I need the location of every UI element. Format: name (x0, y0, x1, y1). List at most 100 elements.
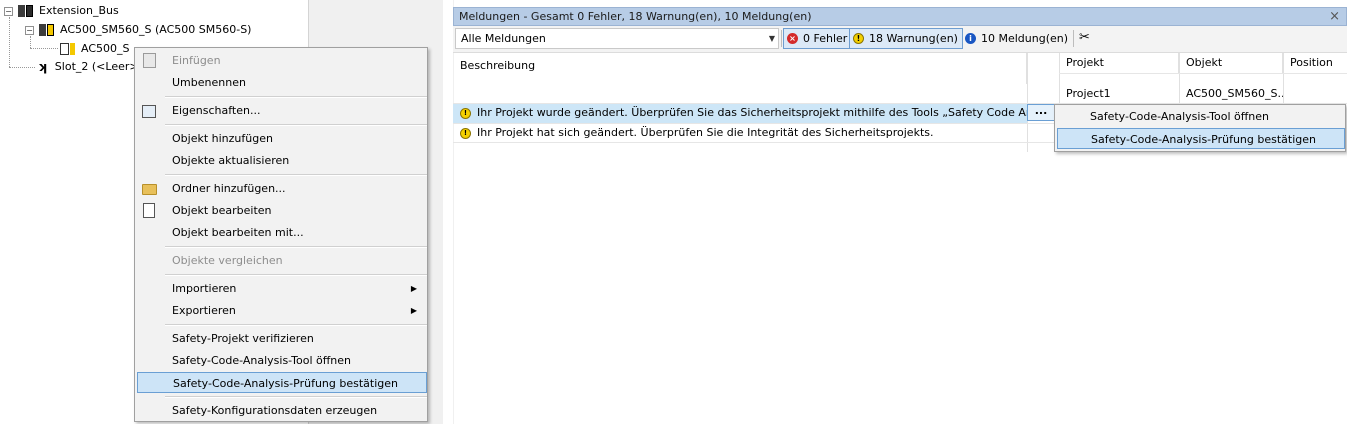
menu-item-label: Objekt bearbeiten mit... (172, 226, 304, 239)
collapse-icon[interactable]: − (4, 6, 13, 16)
context-menu: Einfügen Umbenennen Eigenschaften... Obj… (134, 47, 428, 422)
column-header-project[interactable]: Projekt (1059, 53, 1179, 73)
column-header-object[interactable]: Objekt (1179, 53, 1283, 73)
menu-item-label: Safety-Konfigurationsdaten erzeugen (172, 404, 378, 417)
error-icon: × (787, 33, 798, 44)
close-icon[interactable]: × (1329, 8, 1340, 25)
menu-separator (165, 396, 427, 398)
tree-item-label: AC500_SM560_S (AC500 SM560-S) (60, 23, 252, 36)
warning-icon: ! (853, 33, 864, 44)
clear-messages-icon[interactable]: ✂ (1079, 30, 1090, 45)
menu-item-objekte-vergleichen[interactable]: Objekte vergleichen (137, 250, 427, 271)
menu-item-label: Objekte aktualisieren (172, 154, 290, 167)
submenu-arrow-icon: ▶ (410, 284, 417, 293)
warning-icon: ! (460, 127, 471, 139)
message-text: Ihr Projekt hat sich geändert. Überprüfe… (477, 126, 934, 139)
menu-item-objekt-bearbeiten-mit[interactable]: Objekt bearbeiten mit... (137, 222, 427, 243)
popup-item-safety-code-analysis-tool-oeffnen[interactable]: Safety-Code-Analysis-Tool öffnen (1057, 106, 1345, 127)
column-header-label: Position (1290, 56, 1333, 69)
menu-item-label: Einfügen (172, 54, 221, 67)
menu-item-label: Objekte vergleichen (172, 254, 283, 267)
warnings-label: 18 Warnung(en) (869, 32, 958, 45)
menu-item-label: Safety-Code-Analysis-Prüfung bestätigen (173, 377, 398, 390)
tree-item-ac500-sm560-s[interactable]: − AC500_SM560_S (AC500 SM560-S) (25, 21, 251, 39)
table-row-object: AC500_SM560_S... (1186, 87, 1283, 100)
toolbar-divider (781, 30, 782, 47)
menu-item-label: Umbenennen (172, 76, 246, 89)
row-action-popup: Safety-Code-Analysis-Tool öffnen Safety-… (1054, 104, 1346, 152)
column-header-label: Objekt (1186, 56, 1223, 69)
table-row[interactable]: ! Ihr Projekt hat sich geändert. Überprüf… (453, 124, 1027, 142)
messages-toolbar: Alle Meldungen ▼ × 0 Fehler ! 18 Warnung… (453, 26, 1347, 53)
warnings-filter-button[interactable]: ! 18 Warnung(en) (849, 28, 963, 49)
properties-icon (142, 105, 156, 118)
folder-icon (142, 184, 157, 195)
menu-separator (165, 274, 427, 276)
chevron-down-icon: ▼ (768, 34, 775, 43)
menu-item-label: Safety-Code-Analysis-Tool öffnen (172, 354, 352, 367)
menu-item-label: Safety-Projekt verifizieren (172, 332, 314, 345)
menu-item-label: Safety-Code-Analysis-Prüfung bestätigen (1091, 133, 1316, 146)
tree-item-extension-bus[interactable]: − Extension_Bus (4, 2, 119, 20)
collapse-icon[interactable]: − (25, 25, 34, 35)
menu-item-ordner-hinzufuegen[interactable]: Ordner hinzufügen... (137, 178, 427, 199)
errors-filter-button[interactable]: × 0 Fehler (783, 28, 853, 49)
menu-item-objekt-bearbeiten[interactable]: Objekt bearbeiten (137, 200, 427, 221)
table-row[interactable]: ! Ihr Projekt wurde geändert. Überprüfen … (453, 104, 1027, 122)
menu-item-umbenennen[interactable]: Umbenennen (137, 72, 427, 93)
menu-item-importieren[interactable]: Importieren ▶ (137, 278, 427, 299)
tree-item-label: AC500_S (81, 42, 130, 55)
safety-application-icon (60, 42, 76, 56)
column-header-label: Projekt (1066, 56, 1104, 69)
edit-object-icon (143, 203, 155, 218)
slot-icon: ʞ (38, 60, 47, 74)
menu-item-label: Objekt bearbeiten (172, 204, 272, 217)
menu-item-einfuegen[interactable]: Einfügen (137, 50, 427, 71)
popup-item-safety-code-analysis-pruefung-bestaetigen[interactable]: Safety-Code-Analysis-Prüfung bestätigen (1057, 128, 1345, 149)
errors-label: 0 Fehler (803, 32, 848, 45)
menu-item-exportieren[interactable]: Exportieren ▶ (137, 300, 427, 321)
paste-icon (143, 53, 156, 68)
toolbar-divider (1073, 30, 1074, 47)
infos-label: 10 Meldung(en) (981, 32, 1069, 45)
menu-item-objekt-hinzufuegen[interactable]: Objekt hinzufügen (137, 128, 427, 149)
menu-item-safety-projekt-verifizieren[interactable]: Safety-Projekt verifizieren (137, 328, 427, 349)
menu-item-objekte-aktualisieren[interactable]: Objekte aktualisieren (137, 150, 427, 171)
submenu-arrow-icon: ▶ (410, 306, 417, 315)
warning-icon: ! (460, 107, 471, 119)
tree-item-label: Slot_2 (<Leer> (54, 60, 139, 73)
device-icon (18, 4, 34, 18)
menu-item-safety-konfigurationsdaten-erzeugen[interactable]: Safety-Konfigurationsdaten erzeugen (137, 400, 427, 421)
menu-separator (165, 246, 427, 248)
column-header-position[interactable]: Position (1283, 53, 1347, 73)
message-filter-dropdown[interactable]: Alle Meldungen ▼ (455, 28, 779, 49)
menu-separator (165, 174, 427, 176)
menu-separator (165, 124, 427, 126)
menu-item-label: Importieren (172, 282, 237, 295)
menu-item-safety-code-analysis-tool-oeffnen[interactable]: Safety-Code-Analysis-Tool öffnen (137, 350, 427, 371)
tree-item-label: Extension_Bus (39, 4, 119, 17)
menu-item-label: Ordner hinzufügen... (172, 182, 286, 195)
menu-item-label: Safety-Code-Analysis-Tool öffnen (1090, 110, 1270, 123)
pane-gap (443, 0, 453, 424)
safety-device-icon (39, 23, 55, 37)
message-text: Ihr Projekt wurde geändert. Überprüfen S… (477, 106, 1027, 119)
menu-item-label: Eigenschaften... (172, 104, 261, 117)
row-actions-button[interactable]: ... (1027, 104, 1055, 121)
infos-filter-button[interactable]: i 10 Meldung(en) (962, 28, 1072, 49)
column-header-label: Beschreibung (460, 59, 536, 72)
messages-title-bar: Meldungen - Gesamt 0 Fehler, 18 Warnung(… (453, 7, 1347, 26)
menu-separator (165, 324, 427, 326)
menu-item-safety-code-analysis-pruefung-bestaetigen[interactable]: Safety-Code-Analysis-Prüfung bestätigen (137, 372, 427, 393)
menu-item-eigenschaften[interactable]: Eigenschaften... (137, 100, 427, 121)
filter-value: Alle Meldungen (461, 32, 546, 45)
menu-item-label: Objekt hinzufügen (172, 132, 273, 145)
table-row-project: Project1 (1066, 87, 1111, 100)
tree-item-slot-2[interactable]: ʞ Slot_2 (<Leer> (38, 58, 139, 76)
info-icon: i (965, 33, 976, 44)
column-header-description[interactable]: Beschreibung (453, 53, 1027, 84)
menu-separator (165, 96, 427, 98)
tree-item-ac500-s[interactable]: AC500_S (60, 40, 130, 58)
messages-title: Meldungen - Gesamt 0 Fehler, 18 Warnung(… (459, 10, 812, 23)
menu-item-label: Exportieren (172, 304, 236, 317)
